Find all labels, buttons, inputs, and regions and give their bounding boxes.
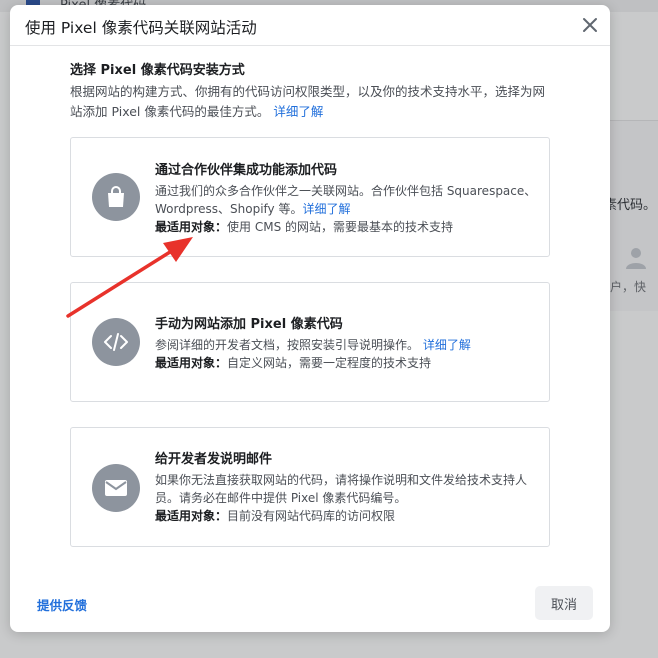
option-title: 通过合作伙伴集成功能添加代码 xyxy=(155,163,338,178)
option-email-developer[interactable]: 给开发者发说明邮件 如果你无法直接获取网站的代码，请将操作说明和文件发给技术支持… xyxy=(70,427,550,547)
option-best-for: 最适用对象：自定义网站，需要一定程度的技术支持 xyxy=(155,354,547,372)
close-icon[interactable] xyxy=(580,15,600,35)
feedback-link[interactable]: 提供反馈 xyxy=(37,595,87,614)
best-for-value: 目前没有网站代码库的访问权限 xyxy=(227,509,396,523)
shopping-bag-icon xyxy=(92,173,140,221)
best-for-label: 最适用对象： xyxy=(155,356,228,370)
option-text: 给开发者发说明邮件 如果你无法直接获取网站的代码，请将操作说明和文件发给技术支持… xyxy=(155,451,547,525)
option-text: 通过合作伙伴集成功能添加代码 通过我们的众多合作伙伴之一关联网站。合作伙伴包括 … xyxy=(155,162,547,236)
section-description: 根据网站的构建方式、你拥有的代码访问权限类型，以及你的技术支持水平，选择为网站添… xyxy=(70,82,550,122)
option-best-for: 最适用对象：使用 CMS 的网站，需要最基本的技术支持 xyxy=(155,218,547,236)
dialog-title: 使用 Pixel 像素代码关联网站活动 xyxy=(25,19,257,37)
option-partner-integration[interactable]: 通过合作伙伴集成功能添加代码 通过我们的众多合作伙伴之一关联网站。合作伙伴包括 … xyxy=(70,137,550,257)
option-manual-install[interactable]: 手动为网站添加 Pixel 像素代码 参阅详细的开发者文档，按照安装引导说明操作… xyxy=(70,282,550,402)
section-title: 选择 Pixel 像素代码安装方式 xyxy=(70,63,245,78)
learn-more-link[interactable]: 详细了解 xyxy=(423,338,471,352)
learn-more-link[interactable]: 详细了解 xyxy=(273,104,323,119)
dialog-header: 使用 Pixel 像素代码关联网站活动 xyxy=(10,5,610,46)
option-description: 通过我们的众多合作伙伴之一关联网站。合作伙伴包括 Squarespace、Wor… xyxy=(155,182,547,218)
option-title: 给开发者发说明邮件 xyxy=(155,452,273,467)
option-description: 如果你无法直接获取网站的代码，请将操作说明和文件发给技术支持人员。请务必在邮件中… xyxy=(155,473,528,505)
option-description: 参阅详细的开发者文档，按照安装引导说明操作。 详细了解 xyxy=(155,336,547,354)
code-icon xyxy=(92,318,140,366)
cancel-button[interactable]: 取消 xyxy=(535,586,593,620)
intro-section: 选择 Pixel 像素代码安装方式 根据网站的构建方式、你拥有的代码访问权限类型… xyxy=(70,61,550,122)
install-pixel-dialog: 使用 Pixel 像素代码关联网站活动 选择 Pixel 像素代码安装方式 根据… xyxy=(10,5,610,632)
background-card-text: 素代码。 xyxy=(604,198,657,213)
dialog-footer: 提供反馈 取消 xyxy=(10,580,610,632)
background-card-text-2: 户，快 xyxy=(610,280,647,294)
best-for-value: 使用 CMS 的网站，需要最基本的技术支持 xyxy=(227,220,453,234)
best-for-value: 自定义网站，需要一定程度的技术支持 xyxy=(227,356,432,370)
envelope-icon xyxy=(92,464,140,512)
option-title: 手动为网站添加 Pixel 像素代码 xyxy=(155,317,343,332)
option-description-text: 参阅详细的开发者文档，按照安装引导说明操作。 xyxy=(155,338,420,352)
option-best-for: 最适用对象：目前没有网站代码库的访问权限 xyxy=(155,507,547,525)
person-icon xyxy=(626,248,646,269)
best-for-label: 最适用对象： xyxy=(155,220,228,234)
best-for-label: 最适用对象： xyxy=(155,509,228,523)
option-text: 手动为网站添加 Pixel 像素代码 参阅详细的开发者文档，按照安装引导说明操作… xyxy=(155,316,547,372)
learn-more-link[interactable]: 详细了解 xyxy=(302,202,350,216)
